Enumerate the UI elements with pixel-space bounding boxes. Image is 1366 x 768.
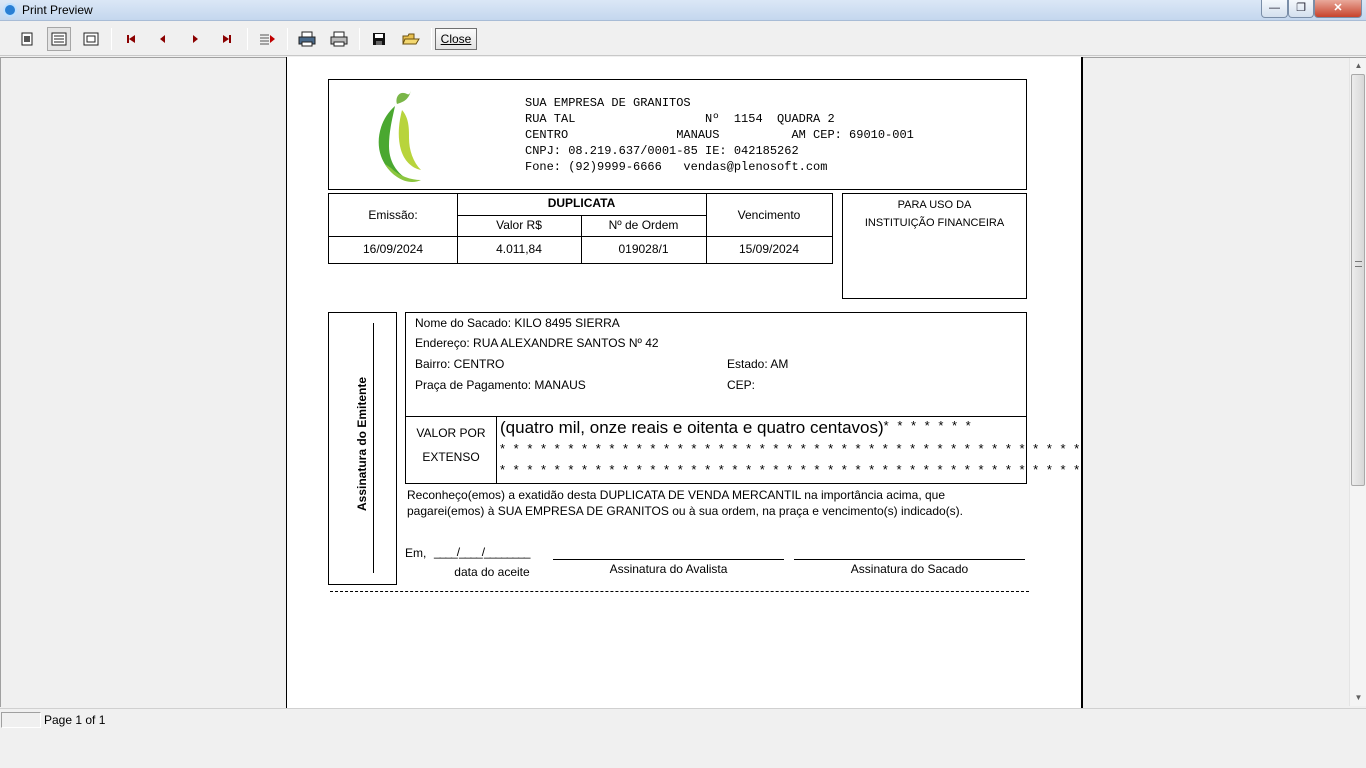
last-page-icon: [223, 35, 231, 43]
open-button[interactable]: [399, 27, 423, 51]
printer-icon: [330, 31, 348, 47]
reconhecimento-line1: Reconheço(emos) a exatidão desta DUPLICA…: [407, 488, 946, 502]
sacado-endereco: Endereço: RUA ALEXANDRE SANTOS Nº 42: [415, 336, 659, 350]
company-name: SUA EMPRESA DE GRANITOS: [525, 96, 691, 110]
reconhecimento-line2: pagarei(emos) à SUA EMPRESA DE GRANITOS …: [407, 504, 964, 518]
maximize-button[interactable]: ❐: [1288, 0, 1314, 18]
emissao-value: 16/09/2024: [362, 242, 424, 256]
duplicata-header: DUPLICATA: [547, 196, 616, 210]
valor-value: 4.011,84: [496, 242, 542, 256]
zoom-page-width-button[interactable]: [47, 27, 71, 51]
toolbar-separator: [287, 28, 288, 50]
ordem-value: 019028/1: [618, 242, 669, 256]
save-disk-icon: [373, 33, 385, 45]
cut-line: [330, 591, 1029, 592]
company-cnpj: CNPJ: 08.219.637/0001-85 IE: 042185262: [525, 144, 799, 158]
scroll-down-icon[interactable]: ▼: [1350, 690, 1366, 706]
toolbar-separator: [247, 28, 248, 50]
zoom-whole-page-button[interactable]: [15, 27, 39, 51]
sacado-nome: Nome do Sacado: KILO 8495 SIERRA: [415, 316, 620, 330]
printer-setup-icon: [298, 31, 316, 47]
goto-page-icon: [260, 34, 275, 45]
whole-page-icon: [21, 32, 33, 46]
save-button[interactable]: [367, 27, 391, 51]
vencimento-value: 15/09/2024: [738, 242, 800, 256]
sacado-estado: Estado: AM: [727, 357, 789, 371]
company-logo: [378, 90, 421, 183]
status-bar: Page 1 of 1: [0, 708, 1366, 728]
next-page-button[interactable]: [183, 27, 207, 51]
title-bar: Print Preview — ❐ ✕: [0, 0, 1366, 21]
company-address: RUA TAL Nº 1154 QUADRA 2: [525, 112, 835, 126]
extenso-label2: EXTENSO: [422, 450, 480, 464]
scrollbar-thumb[interactable]: [1351, 74, 1365, 486]
first-page-button[interactable]: [119, 27, 143, 51]
extenso-label1: VALOR POR: [416, 426, 486, 440]
last-page-button[interactable]: [215, 27, 239, 51]
page-width-icon: [51, 32, 67, 46]
ordem-label: Nº de Ordem: [608, 218, 679, 232]
instituicao-line1: PARA USO DA: [897, 199, 972, 211]
scroll-up-icon[interactable]: ▲: [1350, 58, 1366, 74]
print-button[interactable]: [327, 27, 351, 51]
previous-page-button[interactable]: [151, 27, 175, 51]
data-aceite-label: data do aceite: [454, 565, 530, 579]
sacado-praca: Praça de Pagamento: MANAUS: [415, 378, 586, 392]
next-page-icon: [193, 35, 198, 43]
sacado-assinatura-label: Assinatura do Sacado: [850, 562, 969, 576]
minimize-button[interactable]: —: [1261, 0, 1288, 18]
app-icon: [3, 3, 17, 17]
status-cell: [1, 712, 41, 728]
toolbar: Close: [0, 22, 1366, 56]
sacado-box: Nome do Sacado: KILO 8495 SIERRA Endereç…: [405, 312, 1079, 484]
sacado-cep: CEP:: [727, 378, 756, 392]
extenso-stars-line2: * * * * * * * * * * * * * * * * * * * * …: [500, 441, 1082, 456]
vencimento-label: Vencimento: [737, 208, 801, 222]
instituicao-line2: INSTITUIÇÃO FINANCEIRA: [864, 217, 1005, 229]
valor-label: Valor R$: [496, 218, 542, 232]
printer-setup-button[interactable]: [295, 27, 319, 51]
window-close-button[interactable]: ✕: [1314, 0, 1362, 18]
open-folder-icon: [402, 33, 420, 45]
window-title: Print Preview: [22, 3, 93, 17]
previous-page-icon: [160, 35, 165, 43]
company-header-box: SUA EMPRESA DE GRANITOS RUA TAL Nº 1154 …: [328, 79, 1027, 190]
extenso-stars-line3: * * * * * * * * * * * * * * * * * * * * …: [500, 462, 1082, 477]
first-page-icon: [127, 35, 135, 43]
toolbar-separator: [359, 28, 360, 50]
company-city: CENTRO MANAUS AM CEP: 69010-001: [525, 128, 914, 142]
emitente-box: Assinatura do Emitente: [328, 312, 397, 585]
zoom-100-icon: [83, 32, 99, 46]
vertical-scrollbar[interactable]: ▲ ▼: [1349, 58, 1366, 706]
report-page: SUA EMPRESA DE GRANITOS RUA TAL Nº 1154 …: [286, 57, 1083, 709]
emitente-label: Assinatura do Emitente: [355, 376, 369, 512]
close-preview-button[interactable]: Close: [435, 28, 477, 50]
duplicata-table: Emissão: DUPLICATA Valor R$ Nº de Ordem …: [328, 193, 833, 264]
sacado-bairro: Bairro: CENTRO: [415, 357, 505, 371]
instituicao-box: PARA USO DA INSTITUIÇÃO FINANCEIRA: [842, 193, 1027, 299]
toolbar-separator: [431, 28, 432, 50]
toolbar-separator: [111, 28, 112, 50]
company-contact: Fone: (92)9999-6666 vendas@plenosoft.com: [525, 160, 828, 174]
emissao-label: Emissão:: [368, 208, 418, 222]
em-label: Em,: [405, 546, 427, 560]
avalista-label: Assinatura do Avalista: [609, 562, 728, 576]
goto-page-button[interactable]: [255, 27, 279, 51]
extenso-text: (quatro mil, onze reais e oitenta e quat…: [500, 418, 974, 437]
zoom-100-button[interactable]: [79, 27, 103, 51]
page-indicator: Page 1 of 1: [44, 713, 106, 727]
data-blanks: ____/____/________: [434, 545, 530, 559]
